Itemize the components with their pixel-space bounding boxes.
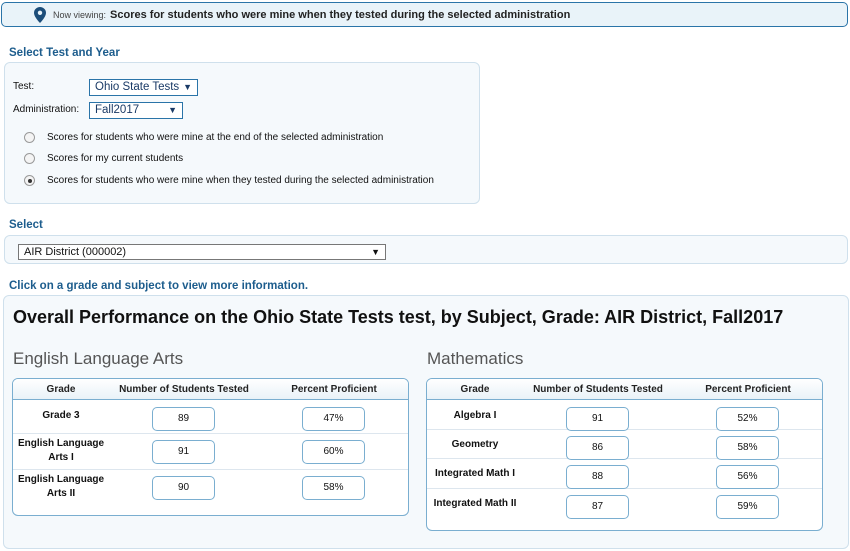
table-header: Grade Number of Students Tested Percent … (13, 379, 408, 400)
math-table: Grade Number of Students Tested Percent … (426, 378, 823, 531)
tested-value[interactable]: 87 (566, 495, 629, 519)
proficient-value[interactable]: 58% (716, 436, 779, 460)
select-test-year-title: Select Test and Year (9, 47, 120, 59)
table-row[interactable]: Integrated Math II 87 59% (427, 489, 822, 521)
administration-dropdown[interactable]: Fall2017 ▼ (89, 102, 183, 119)
administration-dropdown-value: Fall2017 (95, 104, 140, 116)
col-proficient: Percent Proficient (705, 384, 791, 395)
table-row[interactable]: English Language Arts I 91 60% (13, 434, 408, 470)
now-viewing-label: Now viewing: (53, 9, 107, 20)
tested-value[interactable]: 86 (566, 436, 629, 460)
grade-cell[interactable]: Geometry (427, 438, 523, 452)
col-tested: Number of Students Tested (119, 384, 249, 395)
district-dropdown[interactable]: AIR District (000002) ▼ (18, 244, 386, 260)
now-viewing-banner: Now viewing: Scores for students who wer… (1, 2, 848, 27)
org-select-panel: AIR District (000002) ▼ (4, 235, 848, 264)
instruction-text: Click on a grade and subject to view mor… (9, 280, 309, 292)
grade-cell[interactable]: English Language Arts II (13, 473, 109, 501)
now-viewing-value: Scores for students who were mine when t… (110, 8, 571, 21)
table-row[interactable]: Grade 3 89 47% (13, 401, 408, 434)
map-pin-icon (34, 6, 46, 23)
proficient-value[interactable]: 59% (716, 495, 779, 519)
radio-label: Scores for my current students (47, 153, 184, 164)
radio-button[interactable] (24, 175, 35, 186)
radio-label: Scores for students who were mine at the… (47, 132, 384, 143)
proficient-value[interactable]: 52% (716, 407, 779, 431)
tested-value[interactable]: 91 (152, 440, 215, 464)
tested-value[interactable]: 88 (566, 465, 629, 489)
test-year-panel: Test: Ohio State Tests ▼ Administration:… (4, 62, 480, 204)
col-grade: Grade (460, 384, 490, 395)
performance-title: Overall Performance on the Ohio State Te… (13, 307, 784, 327)
ela-table: Grade Number of Students Tested Percent … (12, 378, 409, 516)
radio-end-of-admin[interactable]: Scores for students who were mine at the… (24, 132, 383, 143)
tested-value[interactable]: 90 (152, 476, 215, 500)
radio-button[interactable] (24, 153, 35, 164)
table-row[interactable]: Geometry 86 58% (427, 430, 822, 460)
radio-label: Scores for students who were mine when t… (47, 175, 434, 186)
proficient-value[interactable]: 58% (302, 476, 365, 500)
radio-when-tested[interactable]: Scores for students who were mine when t… (24, 175, 434, 186)
grade-cell[interactable]: Algebra I (427, 409, 523, 423)
table-row[interactable]: English Language Arts II 90 58% (13, 470, 408, 506)
grade-cell[interactable]: English Language Arts I (13, 437, 109, 465)
col-proficient: Percent Proficient (291, 384, 377, 395)
grade-cell[interactable]: Grade 3 (13, 409, 109, 423)
radio-button[interactable] (24, 132, 35, 143)
tested-value[interactable]: 89 (152, 407, 215, 431)
proficient-value[interactable]: 47% (302, 407, 365, 431)
grade-cell[interactable]: Integrated Math II (427, 497, 523, 511)
subject-title-math: Mathematics (427, 349, 524, 368)
subject-title-ela: English Language Arts (13, 349, 184, 368)
col-grade: Grade (46, 384, 76, 395)
proficient-value[interactable]: 56% (716, 465, 779, 489)
test-label: Test: (13, 81, 35, 92)
caret-down-icon: ▼ (168, 105, 177, 115)
test-dropdown[interactable]: Ohio State Tests ▼ (89, 79, 198, 96)
administration-label: Administration: (13, 104, 80, 115)
tested-value[interactable]: 91 (566, 407, 629, 431)
district-dropdown-value: AIR District (000002) (24, 246, 127, 258)
radio-current-students[interactable]: Scores for my current students (24, 153, 183, 164)
table-header: Grade Number of Students Tested Percent … (427, 379, 822, 400)
caret-down-icon: ▼ (183, 82, 192, 92)
col-tested: Number of Students Tested (533, 384, 663, 395)
proficient-value[interactable]: 60% (302, 440, 365, 464)
select-title: Select (9, 219, 43, 231)
table-row[interactable]: Algebra I 91 52% (427, 401, 822, 431)
grade-cell[interactable]: Integrated Math I (427, 467, 523, 481)
table-row[interactable]: Integrated Math I 88 56% (427, 459, 822, 489)
caret-down-icon: ▼ (371, 247, 380, 257)
test-dropdown-value: Ohio State Tests (95, 81, 180, 93)
